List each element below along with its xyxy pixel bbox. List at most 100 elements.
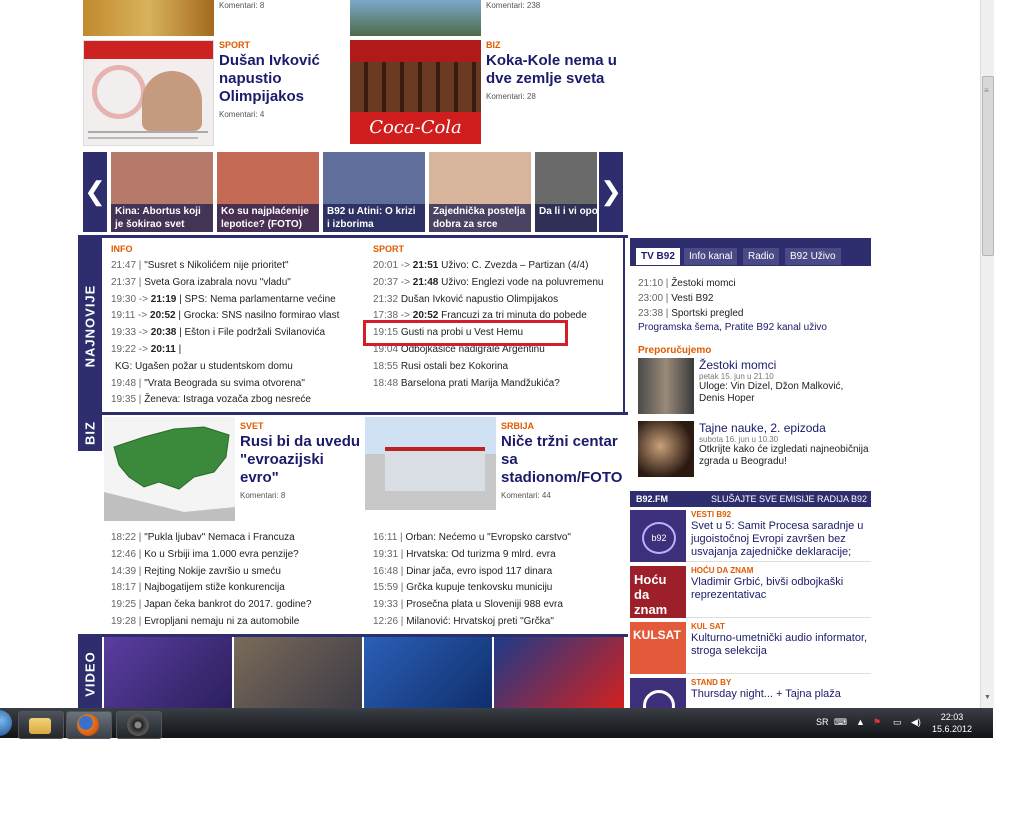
gallery-next-button[interactable]: ❯ (599, 152, 623, 232)
gallery-prev-button[interactable]: ❮ (83, 152, 107, 232)
scrollbar-thumb[interactable] (982, 76, 994, 256)
fm-description[interactable]: Kulturno-umetnički audio informator, str… (691, 632, 869, 658)
news-item[interactable]: 20:37 -> 21:48 Uživo: Englezi vode na po… (373, 275, 603, 292)
volume-icon[interactable]: ◀) (911, 717, 921, 728)
show-hidden-icons-icon[interactable]: ▲ (856, 717, 865, 727)
fm-thumbnail[interactable]: b92 (630, 510, 686, 562)
comments-count[interactable]: Komentari: 238 (486, 1, 540, 10)
news-item[interactable]: 19:48 | "Vrata Beograda su svima otvoren… (111, 376, 339, 393)
news-headline[interactable]: | Grocka: SNS nasilno formirao vlast (178, 310, 339, 321)
action-center-flag-icon[interactable]: ⚑ (873, 717, 881, 728)
comments-count[interactable]: Komentari: 4 (219, 110, 344, 119)
story-thumbnail[interactable]: Coca-Cola (350, 40, 481, 144)
taskbar-firefox-button[interactable] (66, 711, 112, 739)
story-cocacola[interactable]: BIZ Koka-Kole nema u dve zemlje sveta Ko… (486, 40, 621, 101)
news-headline[interactable]: Sportski pregled (671, 308, 743, 319)
taskbar-media-button[interactable] (116, 711, 162, 739)
news-item[interactable]: 19:33 | Prosečna plata u Sloveniji 988 e… (373, 597, 571, 614)
scroll-down-arrow-icon[interactable]: ▼ (982, 694, 993, 706)
tab-tv-b92[interactable]: TV B92 (636, 248, 680, 265)
video-thumbnail[interactable] (104, 637, 232, 708)
news-item[interactable]: 18:55 Rusi ostali bez Kokorina (373, 359, 603, 376)
news-headline[interactable]: Orban: Nećemo u "Evropsko carstvo" (405, 532, 571, 543)
news-item[interactable]: 14:39 | Rejting Nokije završio u smeću (111, 564, 312, 581)
system-clock[interactable]: 22:03 15.6.2012 (928, 711, 976, 735)
gallery-item[interactable]: Zajednička postelja dobra za srce (429, 152, 531, 232)
news-item[interactable]: 12:26 | Milanović: Hrvatskoj preti "Grčk… (373, 614, 571, 631)
news-headline[interactable]: | SPS: Nema parlamentarne većine (179, 294, 336, 305)
vertical-scrollbar[interactable]: ≡ ▼ (980, 0, 994, 708)
news-headline[interactable]: Dušan Ivković napustio Olimpijakos (401, 294, 558, 305)
recommend-title[interactable]: Tajne nauke, 2. epizoda (699, 421, 869, 435)
fm-thumbnail[interactable]: KULSAT (630, 622, 686, 674)
news-item[interactable]: 16:11 | Orban: Nećemo u "Evropsko carstv… (373, 530, 571, 547)
taskbar-explorer-button[interactable] (18, 711, 64, 739)
story-headline[interactable]: Koka-Kole nema u dve zemlje sveta (486, 52, 621, 88)
news-item[interactable]: 18:48 Barselona prati Marija Mandžukića? (373, 376, 603, 393)
story-ivkovic[interactable]: SPORT Dušan Ivković napustio Olimpijakos… (219, 40, 344, 119)
news-headline[interactable]: Rusi ostali bez Kokorina (401, 361, 508, 372)
news-headline[interactable]: "Pukla ljubav" Nemaca i Francuza (144, 532, 295, 543)
gallery-item[interactable]: Da li i vi opor saobraćaje (535, 152, 597, 232)
start-button[interactable] (0, 710, 12, 736)
fm-description[interactable]: Thursday night... + Tajna plaža (691, 688, 869, 701)
language-indicator[interactable]: SR (816, 717, 829, 727)
recommend-thumbnail[interactable] (638, 358, 694, 414)
news-headline[interactable]: | (179, 344, 182, 355)
news-headline[interactable]: KG: Ugašen požar u studentskom domu (115, 361, 293, 372)
news-item[interactable]: 19:31 | Hrvatska: Od turizma 9 mlrd. evr… (373, 547, 571, 564)
recommend-item[interactable]: Žestoki momci petak 15. jun u 21.10 Ulog… (638, 358, 868, 416)
news-item[interactable]: 18:22 | "Pukla ljubav" Nemaca i Francuza (111, 530, 312, 547)
news-headline[interactable]: Grčka kupuje tenkovsku municiju (406, 582, 552, 593)
recommend-title[interactable]: Žestoki momci (699, 358, 869, 372)
news-headline[interactable]: Žestoki momci (671, 278, 735, 289)
gallery-item[interactable]: Ko su najplaćenije lepotice? (FOTO) (217, 152, 319, 232)
news-headline[interactable]: Barselona prati Marija Mandžukića? (401, 378, 560, 389)
comments-count[interactable]: Komentari: 28 (486, 92, 621, 101)
mall-image[interactable] (365, 417, 496, 510)
story-headline[interactable]: Rusi bi da uvedu "evroazijski evro" (240, 433, 365, 487)
recommend-item[interactable]: Tajne nauke, 2. epizoda subota 16. jun u… (638, 421, 869, 479)
news-item[interactable]: 19:33 -> 20:38 | Ešton i File podržali S… (111, 325, 339, 342)
news-item[interactable]: 19:35 | Ženeva: Istraga vozača zbog nesr… (111, 392, 339, 409)
news-headline[interactable]: Dinar jača, evro ispod 117 dinara (406, 566, 552, 577)
news-headline[interactable]: Evropljani nemaju ni za automobile (144, 616, 299, 627)
comments-count[interactable]: Komentari: 44 (501, 491, 626, 500)
news-item[interactable]: 20:01 -> 21:51 Uživo: C. Zvezda – Partiz… (373, 258, 603, 275)
news-headline[interactable]: Prosečna plata u Sloveniji 988 evra (406, 599, 563, 610)
news-headline[interactable]: Sveta Gora izabrala novu "vladu" (144, 277, 291, 288)
fm-thumbnail[interactable]: Hoću da znam (630, 566, 686, 618)
news-item[interactable]: 15:59 | Grčka kupuje tenkovsku municiju (373, 580, 571, 597)
fm-description[interactable]: Svet u 5: Samit Procesa saradnje u jugoi… (691, 520, 869, 559)
news-item[interactable]: 19:25 | Japan čeka bankrot do 2017. godi… (111, 597, 312, 614)
news-headline[interactable]: "Susret s Nikolićem nije prioritet" (144, 260, 288, 271)
story-rusi[interactable]: SVET Rusi bi da uvedu "evroazijski evro"… (240, 421, 365, 500)
story-tcentar[interactable]: SRBIJA Niče tržni centar sa stadionom/FO… (501, 421, 626, 500)
news-headline[interactable]: Uživo: C. Zvezda – Partizan (4/4) (441, 260, 588, 271)
news-item[interactable]: 21:32 Dušan Ivković napustio Olimpijakos (373, 292, 603, 309)
news-item[interactable]: 21:37 | Sveta Gora izabrala novu "vladu" (111, 275, 339, 292)
fm-item[interactable]: b92 VESTI B92 Svet u 5: Samit Procesa sa… (630, 508, 871, 562)
news-headline[interactable]: Rejting Nokije završio u smeću (144, 566, 281, 577)
news-headline[interactable]: Milanović: Hrvatskoj preti "Grčka" (406, 616, 554, 627)
news-item[interactable]: 19:22 -> 20:11 | (111, 342, 339, 359)
news-item[interactable]: 23:38 | Sportski pregled (638, 306, 743, 321)
news-headline[interactable]: "Vrata Beograda su svima otvorena" (144, 378, 305, 389)
news-headline[interactable]: Hrvatska: Od turizma 9 mlrd. evra (406, 549, 555, 560)
news-headline[interactable]: Vesti B92 (671, 293, 713, 304)
news-headline[interactable]: Ko u Srbiji ima 1.000 evra penzije? (144, 549, 299, 560)
network-icon[interactable]: ▭ (893, 717, 902, 728)
russia-map-image[interactable] (104, 417, 235, 521)
story-thumbnail[interactable] (83, 0, 214, 36)
news-item[interactable]: 19:28 | Evropljani nemaju ni za automobi… (111, 614, 312, 631)
gallery-item[interactable]: Kina: Abortus koji je šokirao svet (111, 152, 213, 232)
tab-info-kanal[interactable]: Info kanal (684, 248, 738, 265)
recommend-thumbnail[interactable] (638, 421, 694, 477)
story-thumbnail[interactable] (83, 40, 214, 146)
video-thumbnail[interactable] (364, 637, 492, 708)
program-schedule-link[interactable]: Programska šema, Pratite B92 kanal uživo (638, 322, 827, 333)
news-headline[interactable]: Najbogatijem stiže konkurencija (144, 582, 285, 593)
fm-description[interactable]: Vladimir Grbić, bivši odbojkaški repreze… (691, 576, 869, 602)
news-item[interactable]: 18:17 | Najbogatijem stiže konkurencija (111, 580, 312, 597)
news-item[interactable]: 23:00 | Vesti B92 (638, 291, 743, 306)
